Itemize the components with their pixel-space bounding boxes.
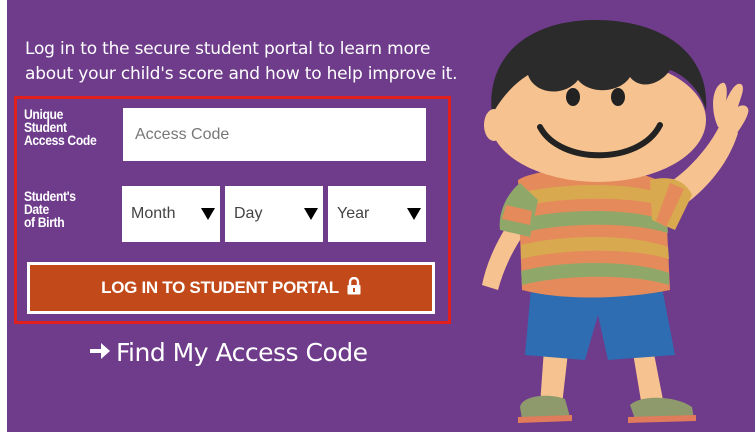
access-code-label: Unique Student Access Code	[24, 108, 97, 148]
intro-text: Log in to the secure student portal to l…	[25, 39, 458, 84]
cartoon-boy-illustration	[482, 20, 749, 423]
chevron-down-icon	[407, 208, 421, 220]
day-select-value: Day	[234, 205, 263, 222]
arrow-right-icon	[88, 338, 112, 367]
access-code-input[interactable]	[123, 108, 426, 161]
month-select-value: Month	[131, 205, 176, 222]
day-select[interactable]: Day	[225, 186, 323, 242]
month-select[interactable]: Month	[122, 186, 220, 242]
access-label-line-3: Access Code	[24, 133, 97, 148]
chevron-down-icon	[201, 208, 215, 220]
year-select[interactable]: Year	[328, 186, 426, 242]
chevron-down-icon	[304, 208, 318, 220]
dob-label-line-3: of Birth	[24, 215, 65, 230]
year-select-value: Year	[337, 205, 370, 222]
date-of-birth-label: Student's Date of Birth	[24, 190, 76, 230]
login-student-portal-button[interactable]: LOG IN TO STUDENT PORTAL	[27, 262, 435, 314]
login-button-label: LOG IN TO STUDENT PORTAL	[101, 278, 339, 297]
lock-icon	[347, 276, 361, 300]
find-access-code-link[interactable]: Find My Access Code	[88, 338, 368, 367]
find-access-code-label: Find My Access Code	[116, 338, 368, 367]
